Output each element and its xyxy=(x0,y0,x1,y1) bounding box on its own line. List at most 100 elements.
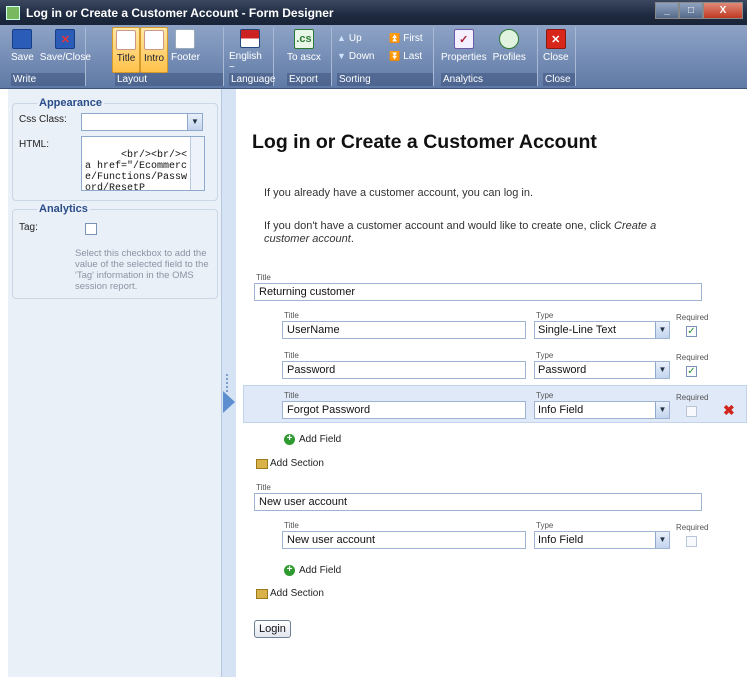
section-title-input[interactable]: Returning customer xyxy=(254,283,702,301)
login-button[interactable]: Login xyxy=(254,620,291,638)
title-layout-button[interactable]: Title xyxy=(112,27,140,73)
field-type-select[interactable]: Single-Line Text ▼ xyxy=(534,321,670,339)
footer-layout-icon xyxy=(175,29,196,49)
footer-layout-button[interactable]: Footer xyxy=(168,27,203,73)
chevron-down-icon[interactable]: ▼ xyxy=(655,322,669,338)
sort-down-button[interactable]: ▼ Down xyxy=(334,47,378,65)
ribbon-group-label: Close xyxy=(543,73,575,86)
last-label: Last xyxy=(403,50,423,62)
ribbon-group-label: Layout xyxy=(115,73,223,86)
intro-line-1: If you already have a customer account, … xyxy=(264,187,534,199)
save-label: Save xyxy=(11,52,34,63)
intro-layout-icon xyxy=(144,30,164,50)
intro-line-2-text: If you don't have a customer account and… xyxy=(264,220,615,232)
chevron-down-icon[interactable]: ▼ xyxy=(655,402,669,418)
tag-checkbox[interactable] xyxy=(85,223,97,235)
field-required-caption: Required xyxy=(676,523,709,532)
analytics-fieldset: Analytics Tag: Select this checkbox to a… xyxy=(12,203,218,299)
field-type-value: Info Field xyxy=(538,404,584,416)
add-section-button[interactable]: Add Section xyxy=(256,588,324,599)
up-arrow-icon: ▲ xyxy=(337,33,346,43)
maximize-button[interactable]: □ xyxy=(679,2,703,19)
minimize-button[interactable]: _ xyxy=(655,2,679,19)
field-required-caption: Required xyxy=(676,393,709,402)
ribbon-group-label: Language xyxy=(229,73,276,86)
chevron-down-icon[interactable]: ▼ xyxy=(655,532,669,548)
intro-line-2-end: . xyxy=(350,233,354,245)
sort-up-button[interactable]: ▲ Up xyxy=(334,29,378,47)
footer-label: Footer xyxy=(171,52,200,63)
first-label: First xyxy=(403,32,423,44)
css-class-dropdown[interactable]: ▼ xyxy=(81,113,203,131)
title-label: Title xyxy=(116,53,136,64)
down-label: Down xyxy=(348,50,375,62)
selected-row-pointer-icon xyxy=(223,391,235,413)
tag-label: Tag: xyxy=(19,222,38,233)
ribbon-group-analytics: ✓ Properties Profiles Analytics xyxy=(438,27,538,86)
close-window-button[interactable]: X xyxy=(703,2,743,19)
close-label: Close xyxy=(543,52,569,63)
required-checkbox[interactable]: ✓ xyxy=(686,366,697,377)
field-title-input[interactable]: Forgot Password xyxy=(282,401,526,419)
css-class-label: Css Class: xyxy=(19,114,67,125)
field-title-caption: Title xyxy=(284,521,299,530)
ribbon-group-export: .cs To ascx Export xyxy=(284,27,332,86)
field-required-caption: Required xyxy=(676,353,709,362)
sort-last-button[interactable]: ⏬ Last xyxy=(386,47,426,65)
down-arrow-icon: ▼ xyxy=(337,51,346,61)
export-ascx-button[interactable]: .cs To ascx xyxy=(284,27,324,73)
ribbon-group-sorting: ▲ Up ▼ Down ⏫ First ⏬ Last Sorting xyxy=(334,27,434,86)
save-button[interactable]: Save xyxy=(8,27,37,73)
required-checkbox[interactable]: ✓ xyxy=(686,326,697,337)
add-section-label: Add Section xyxy=(270,588,324,599)
field-required-caption: Required xyxy=(676,313,709,322)
app-icon xyxy=(6,5,20,20)
field-type-caption: Type xyxy=(536,351,554,360)
properties-button[interactable]: ✓ Properties xyxy=(438,27,490,73)
section-title-input[interactable]: New user account xyxy=(254,493,702,511)
intro-line-2: If you don't have a customer account and… xyxy=(264,220,704,246)
html-textarea[interactable]: <br/><br/><a href="/Ecommerce/Functions/… xyxy=(81,136,205,191)
field-title-input[interactable]: New user account xyxy=(282,531,526,549)
required-checkbox[interactable] xyxy=(686,406,697,417)
add-section-button[interactable]: Add Section xyxy=(256,458,324,469)
sort-first-button[interactable]: ⏫ First xyxy=(386,29,426,47)
field-type-select[interactable]: Password ▼ xyxy=(534,361,670,379)
title-layout-icon xyxy=(116,30,136,50)
field-title-input[interactable]: UserName xyxy=(282,321,526,339)
add-section-label: Add Section xyxy=(270,458,324,469)
form-canvas: Log in or Create a Customer Account If y… xyxy=(236,89,747,677)
form-heading[interactable]: Log in or Create a Customer Account xyxy=(252,131,597,154)
double-down-arrow-icon: ⏬ xyxy=(389,50,401,61)
html-scrollbar[interactable] xyxy=(190,137,204,190)
add-field-button[interactable]: + Add Field xyxy=(284,565,341,576)
field-type-select[interactable]: Info Field ▼ xyxy=(534,531,670,549)
add-field-label: Add Field xyxy=(299,434,342,445)
field-type-caption: Type xyxy=(536,391,554,400)
section-title-caption: Title xyxy=(256,483,271,492)
required-checkbox[interactable] xyxy=(686,536,697,547)
analytics-legend: Analytics xyxy=(37,203,90,215)
tag-hint: Select this checkbox to add the value of… xyxy=(75,248,209,292)
export-label: To ascx xyxy=(287,52,321,63)
ribbon-group-write: Save ✕ Save/Close Write xyxy=(8,27,91,86)
delete-field-icon[interactable]: ✖ xyxy=(723,402,735,419)
chevron-down-icon[interactable]: ▼ xyxy=(655,362,669,378)
ribbon-group-close: ✕ Close Close xyxy=(540,27,576,86)
window-titlebar: Log in or Create a Customer Account - Fo… xyxy=(0,0,747,25)
field-type-value: Info Field xyxy=(538,534,584,546)
add-field-button[interactable]: + Add Field xyxy=(284,434,341,445)
language-dropdown[interactable]: English ~ xyxy=(226,27,273,73)
field-title-input[interactable]: Password xyxy=(282,361,526,379)
ribbon-group-language: English ~ Language xyxy=(226,27,276,86)
close-button[interactable]: ✕ Close xyxy=(540,27,572,73)
chevron-down-icon[interactable]: ▼ xyxy=(187,114,202,130)
profiles-button[interactable]: Profiles xyxy=(490,27,529,73)
panel-splitter[interactable] xyxy=(222,89,236,677)
field-type-value: Password xyxy=(538,364,587,376)
ribbon-group-label: Sorting xyxy=(337,73,433,86)
save-close-button[interactable]: ✕ Save/Close xyxy=(37,27,94,73)
field-type-select[interactable]: Info Field ▼ xyxy=(534,401,670,419)
intro-label: Intro xyxy=(144,53,165,64)
intro-layout-button[interactable]: Intro xyxy=(140,27,169,73)
